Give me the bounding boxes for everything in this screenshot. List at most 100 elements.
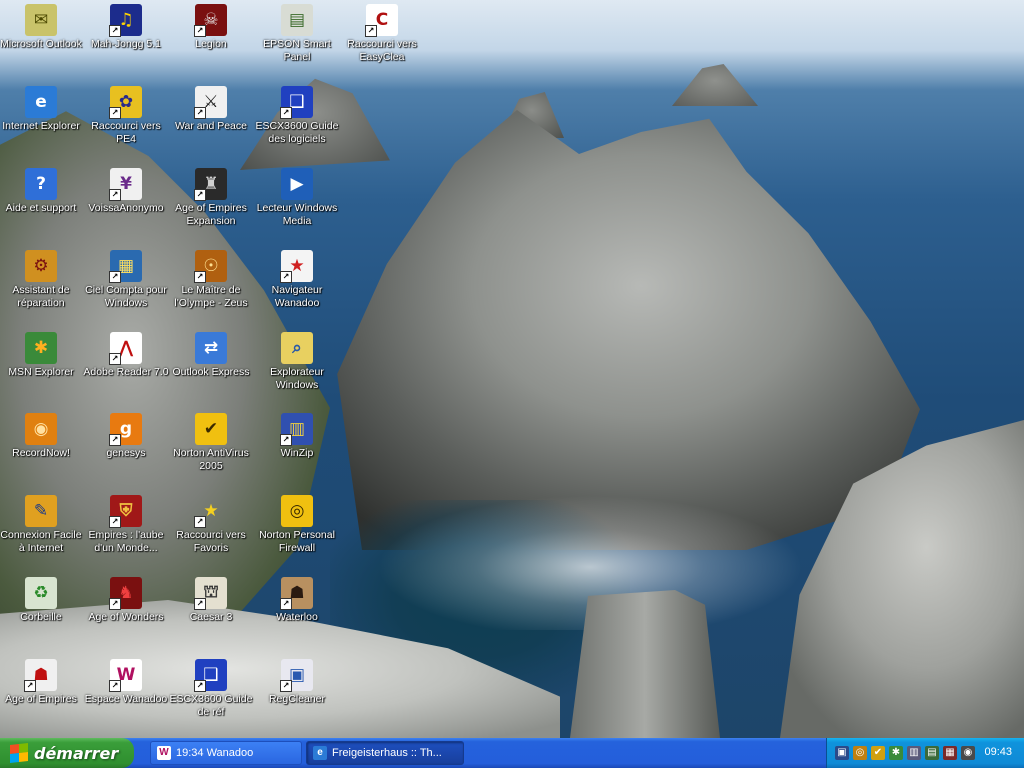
favorites-icon: ★ ↗ [194,495,227,528]
desktop-icon-label: RegCleaner [268,693,326,705]
age-of-empires-icon: ☗ ↗ [24,659,57,692]
desktop-icon[interactable]: ★ ↗ Raccourci vers Favoris [168,495,254,555]
desktop-icon-label: Microsoft Outlook [0,38,82,50]
desktop-icon[interactable]: ⇄ Outlook Express [168,332,254,379]
printer-tray-icon[interactable]: ▥ [907,746,921,760]
shortcut-arrow-icon: ↗ [194,680,206,692]
desktop-icon[interactable]: ◎ Norton Personal Firewall [254,495,340,555]
desktop-icon[interactable]: ♫ ↗ Mah-Jongg 5.1 [83,4,169,51]
norton-tray-icon[interactable]: ✔ [871,746,885,760]
desktop-icon[interactable]: ▣ ↗ RegCleaner [254,659,340,706]
desktop-icon[interactable]: ⚔ ↗ War and Peace [168,86,254,133]
desktop-icon-label: Lecteur Windows Media [256,202,338,227]
shortcut-arrow-icon: ↗ [109,516,121,528]
scanner-icon: ▤ [281,4,313,36]
desktop-icon-label: WinZip [280,447,314,459]
shortcut-arrow-icon: ↗ [24,680,36,692]
desktop-icon[interactable]: ☠ ↗ Legion [168,4,254,51]
system-tray: ▣ ◎ ✔ ✱ ▥ ▤ ▦ ◉ 09:43 [826,738,1024,768]
war-and-peace-icon: ⚔ ↗ [194,86,227,119]
desktop-icon-label: Raccourci vers Favoris [176,529,246,554]
desktop-icon[interactable]: ▤ EPSON Smart Panel [254,4,340,64]
epson-ref-guide-icon: ❑ ↗ [194,659,227,692]
desktop-icon-label: genesys [106,447,146,459]
windows-media-icon: ▶ [281,168,313,200]
desktop-icon[interactable]: ⋀ ↗ Adobe Reader 7.0 [83,332,169,379]
desktop-icon-label: Age of Empires Expansion [175,202,247,227]
desktop-icon[interactable]: ✱ MSN Explorer [0,332,84,379]
desktop-icon[interactable]: ⌕ Explorateur Windows [254,332,340,392]
desktop-icon[interactable]: ✿ ↗ Raccourci vers PE4 [83,86,169,146]
shortcut-arrow-icon: ↗ [109,598,121,610]
norton-firewall-icon: ◎ [281,495,313,527]
desktop-icon-label: EPSON Smart Panel [263,38,331,63]
desktop-icon[interactable]: ? Aide et support [0,168,84,215]
shortcut-arrow-icon: ↗ [109,271,121,283]
shortcut-arrow-icon: ↗ [109,353,121,365]
desktop-icon[interactable]: ✔ Norton AntiVirus 2005 [168,413,254,473]
winzip-icon: ▥ ↗ [280,413,313,446]
desktop-icon-label: Raccourci vers EasyClea [347,38,417,63]
desktop-icon[interactable]: g ↗ genesys [83,413,169,460]
outlook-express-icon: ⇄ [195,332,227,364]
desktop-icon[interactable]: ▶ Lecteur Windows Media [254,168,340,228]
desktop-icon[interactable]: ❑ ↗ ESCX3600 Guide de réf [168,659,254,719]
adobe-reader-icon: ⋀ ↗ [109,332,142,365]
outlook-icon: ✉ [25,4,57,36]
legion-icon: ☠ ↗ [194,4,227,37]
desktop-icon[interactable]: C ↗ Raccourci vers EasyClea [339,4,425,64]
zeus-icon: ☉ ↗ [194,250,227,283]
scanner-tray-icon[interactable]: ▤ [925,746,939,760]
network-tray-icon[interactable]: ▣ [835,746,849,760]
volume-tray-icon[interactable]: ◉ [961,746,975,760]
easyclea-icon: C ↗ [365,4,398,37]
start-button[interactable]: démarrer [0,738,134,768]
desktop-icon-label: Connexion Facile à Internet [0,529,82,554]
desktop-icon[interactable]: ❑ ↗ ESCX3600 Guide des logiciels [254,86,340,146]
desktop-icon[interactable]: ☗ ↗ Age of Empires [0,659,84,706]
desktop-icon-label: Corbeille [20,611,62,623]
shortcut-arrow-icon: ↗ [194,271,206,283]
desktop-icon[interactable]: ¥ ↗ VoissaAnonymo [83,168,169,215]
msn-tray-icon[interactable]: ✱ [889,746,903,760]
windows-explorer-icon: ⌕ [281,332,313,364]
taskbar-button-label: 19:34 Wanadoo [176,747,254,759]
recycle-bin-icon: ♻ [25,577,57,609]
desktop-icon[interactable]: ✎ Connexion Facile à Internet [0,495,84,555]
desktop-icon[interactable]: W ↗ Espace Wanadoo [83,659,169,706]
desktop-icon-label: RecordNow! [12,447,70,459]
help-icon: ? [25,168,57,200]
desktop-icon[interactable]: ◉ RecordNow! [0,413,84,460]
taskbar-button[interactable]: e Freigeisterhaus :: Th... [306,741,464,765]
shortcut-arrow-icon: ↗ [194,107,206,119]
desktop-icon[interactable]: ⚙ Assistant de réparation [0,250,84,310]
espace-wanadoo-icon: W ↗ [109,659,142,692]
desktop-icon[interactable]: ☉ ↗ Le Maître de l'Olympe - Zeus [168,250,254,310]
age-of-wonders-icon: ♞ ↗ [109,577,142,610]
epson-guide-icon: ❑ ↗ [280,86,313,119]
desktop-icon-label: Norton AntiVirus 2005 [173,447,249,472]
desktop-icon[interactable]: ★ ↗ Navigateur Wanadoo [254,250,340,310]
clock[interactable]: 09:43 [984,746,1012,758]
shortcut-arrow-icon: ↗ [109,107,121,119]
desktop-icon[interactable]: ♞ ↗ Age of Wonders [83,577,169,624]
globe-tray-icon[interactable]: ◎ [853,746,867,760]
desktop-icon[interactable]: ▦ ↗ Ciel Compta pour Windows [83,250,169,310]
display-tray-icon[interactable]: ▦ [943,746,957,760]
desktop-icon[interactable]: e Internet Explorer [0,86,84,133]
shortcut-arrow-icon: ↗ [280,680,292,692]
desktop-icon[interactable]: ⛫ ↗ Caesar 3 [168,577,254,624]
desktop-icon-label: Assistant de réparation [12,284,70,309]
desktop-icon[interactable]: ♜ ↗ Age of Empires Expansion [168,168,254,228]
desktop-icon-label: VoissaAnonymo [88,202,164,214]
desktop-icon[interactable]: ✉ Microsoft Outlook [0,4,84,51]
desktop-icon[interactable]: ⛨ ↗ Empires : l'aube d'un Monde... [83,495,169,555]
desktop-icon-label: Internet Explorer [2,120,80,132]
desktop-icon[interactable]: ▥ ↗ WinZip [254,413,340,460]
desktop-icon[interactable]: ☗ ↗ Waterloo [254,577,340,624]
desktop-icon[interactable]: ♻ Corbeille [0,577,84,624]
desktop-icon-label: Caesar 3 [189,611,233,623]
desktop-icon-label: Age of Empires [5,693,77,705]
taskbar-button[interactable]: W 19:34 Wanadoo [150,741,302,765]
shortcut-arrow-icon: ↗ [194,598,206,610]
